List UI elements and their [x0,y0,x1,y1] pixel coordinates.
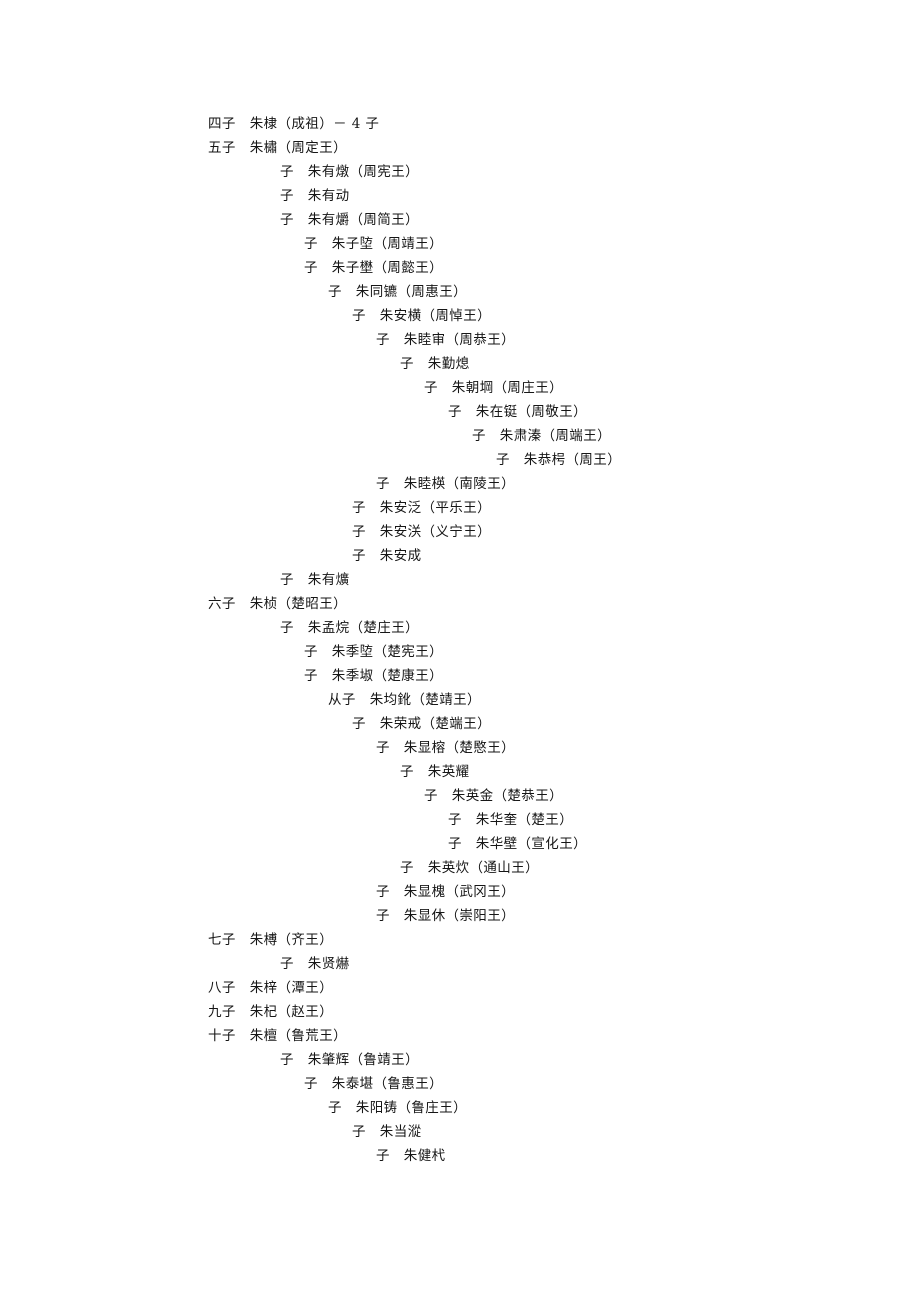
lineage-line: 子 朱同镳（周惠王） [328,284,467,300]
genealogy-page: 四子 朱棣（成祖）－ 4 子五子 朱橚（周定王） 子 朱有燉（周宪王） 子 朱有动子… [0,0,920,1303]
lineage-line: 子 朱在铤（周敬王） [448,404,587,420]
lineage-line: 八子 朱梓（潭王） [208,980,334,996]
lineage-line: 五子 朱橚（周定王） [208,140,347,156]
lineage-line: 子 朱安泛（平乐王） [352,500,491,516]
lineage-line: 子 朱安浂（义宁王） [352,524,491,540]
lineage-line: 子 朱英金（楚恭王） [424,788,563,804]
lineage-line: 子 朱肃溱（周端王） [472,428,611,444]
lineage-line: 九子 朱杞（赵王） [208,1004,334,1020]
lineage-line: 子 朱当漎 [352,1124,422,1140]
lineage-line: 七子 朱榑（齐王） [208,932,334,948]
lineage-line: 子 朱有爌 [280,572,350,588]
lineage-line: 子 朱显槐（武冈王） [376,884,515,900]
lineage-line: 子 朱显榕（楚愍王） [376,740,515,756]
lineage-line: 子 朱睦楧（南陵王） [376,476,515,492]
lineage-line: 十子 朱檀（鲁荒王） [208,1028,347,1044]
lineage-line: 子 朱荣戒（楚端王） [352,716,491,732]
lineage-line: 子 朱子埅（周靖王） [304,236,443,252]
lineage-line: 子 朱有燉（周宪王） [280,164,419,180]
lineage-line: 子 朱子壄（周懿王） [304,260,443,276]
lineage-line: 子 朱健杙 [376,1148,446,1164]
lineage-line: 子 朱显休（崇阳王） [376,908,515,924]
lineage-line: 子 朱安成 [352,548,422,564]
lineage-line: 子 朱肇辉（鲁靖王） [280,1052,419,1068]
lineage-line: 六子 朱桢（楚昭王） [208,596,347,612]
lineage-line: 子 朱英炊（通山王） [400,860,539,876]
lineage-line: 子 朱孟烷（楚庄王） [280,620,419,636]
lineage-line: 四子 朱棣（成祖）－ 4 子 [208,116,380,132]
lineage-line: 子 朱季埅（楚宪王） [304,644,443,660]
lineage-line: 从子 朱均鈋（楚靖王） [328,692,481,708]
lineage-line: 子 朱有动 [280,188,350,204]
lineage-line: 子 朱阳铸（鲁庄王） [328,1100,467,1116]
lineage-line: 子 朱英耀 [400,764,470,780]
lineage-line: 子 朱泰堪（鲁惠王） [304,1076,443,1092]
lineage-line: 子 朱朝堈（周庄王） [424,380,563,396]
lineage-line: 子 朱勤熄 [400,356,470,372]
lineage-line: 子 朱华奎（楚王） [448,812,574,828]
lineage-line: 子 朱有爝（周简王） [280,212,419,228]
lineage-line: 子 朱安横（周悼王） [352,308,491,324]
lineage-line: 子 朱恭枵（周王） [496,452,622,468]
lineage-line: 子 朱睦审（周恭王） [376,332,515,348]
lineage-line: 子 朱贤爀 [280,956,350,972]
lineage-list: 四子 朱棣（成祖）－ 4 子五子 朱橚（周定王） 子 朱有燉（周宪王） 子 朱有动子… [0,112,920,1168]
lineage-line: 子 朱华壁（宣化王） [448,836,587,852]
lineage-line: 子 朱季埱（楚康王） [304,668,443,684]
